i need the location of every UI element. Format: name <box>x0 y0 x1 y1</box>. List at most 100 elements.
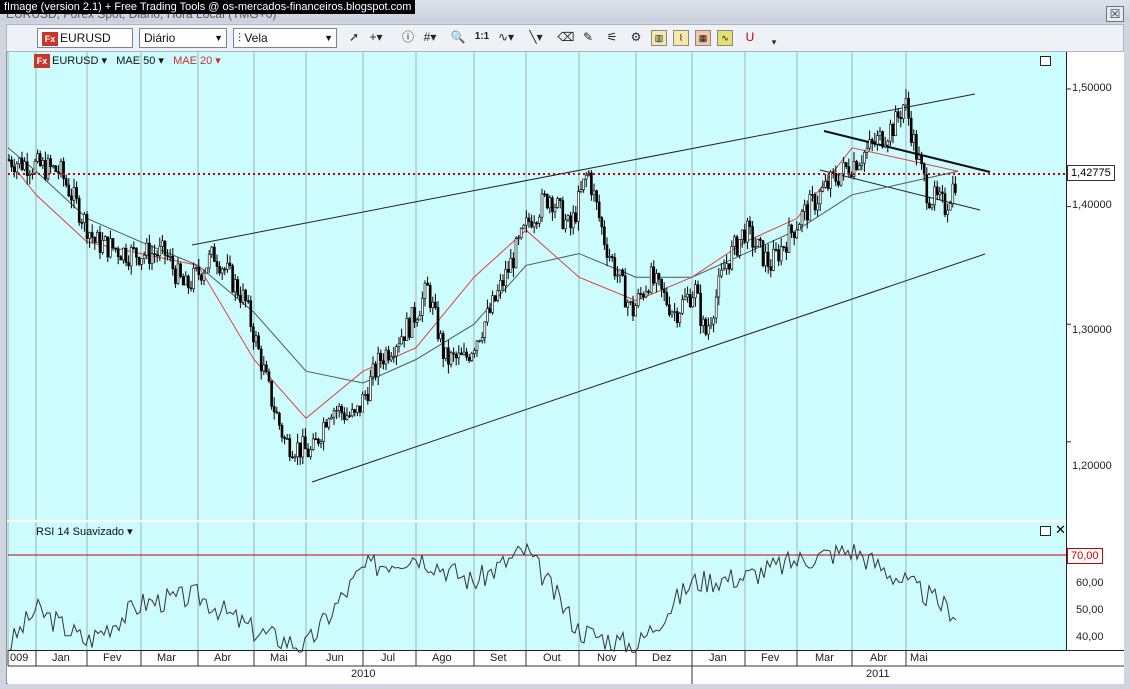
close-pane-icon[interactable]: ✕ <box>1055 522 1066 538</box>
ma50-line <box>7 147 959 384</box>
candle-down <box>774 248 778 251</box>
candle-up <box>122 247 125 261</box>
candle-down <box>662 288 666 293</box>
price-tick: 1,40000 <box>1072 199 1112 211</box>
candle-down <box>189 287 193 290</box>
month-tick: Abr <box>870 652 888 664</box>
candle-down <box>777 249 780 262</box>
candle-down <box>467 356 471 361</box>
candle-up <box>59 161 63 174</box>
candle-down <box>288 438 292 458</box>
candle-up <box>938 191 942 196</box>
candle-up <box>296 442 299 458</box>
candle-down <box>275 411 279 414</box>
candle-down <box>896 111 900 118</box>
candle-down <box>881 131 884 148</box>
candle-up <box>821 187 825 192</box>
candle-up <box>83 214 86 223</box>
candle-down <box>200 274 203 281</box>
candle-down <box>603 226 606 246</box>
candle-up <box>842 162 845 175</box>
candle-up <box>876 135 879 145</box>
candle-down <box>20 157 24 170</box>
candle-down <box>907 98 910 119</box>
maximize-pane-icon[interactable] <box>1040 56 1051 66</box>
candle-up <box>311 438 315 450</box>
candle-down <box>428 285 432 308</box>
candle-up <box>730 246 734 270</box>
candle-down <box>304 436 307 450</box>
legend-ma50[interactable]: MAE 50 <box>116 55 155 67</box>
candle-up <box>109 238 112 258</box>
candle-up <box>345 415 349 420</box>
candle-up <box>948 203 952 211</box>
candle-up <box>129 247 133 267</box>
candle-down <box>699 292 702 326</box>
candle-up <box>626 301 630 308</box>
legend-symbol[interactable]: EURUSD <box>52 55 98 67</box>
candle-up <box>350 409 354 417</box>
current-price-badge: 1,42775 <box>1067 165 1115 181</box>
candle-up <box>616 274 619 277</box>
candle-down <box>704 318 708 335</box>
candle-up <box>868 139 871 149</box>
candle-down <box>675 311 679 323</box>
rsi-overbought-badge: 70,00 <box>1067 548 1103 564</box>
candle-up <box>556 198 559 208</box>
candle-up <box>397 343 401 348</box>
candle-down <box>343 412 346 420</box>
candle-up <box>756 238 760 247</box>
candle-down <box>163 240 167 256</box>
candle-down <box>54 165 58 172</box>
candle-up <box>946 209 949 215</box>
candle-down <box>111 238 115 249</box>
candle-down <box>759 238 762 241</box>
month-tick: Set <box>490 652 507 664</box>
candle-up <box>738 239 741 256</box>
candle-up <box>309 449 312 458</box>
candle-up <box>473 350 476 354</box>
candle-down <box>291 456 294 459</box>
candle-down <box>62 161 65 179</box>
candle-up <box>285 438 289 440</box>
candle-down <box>106 236 110 258</box>
candle-down <box>231 265 234 293</box>
candle-down <box>174 268 177 284</box>
candle-down <box>239 294 242 303</box>
candle-down <box>935 186 939 196</box>
candle-down <box>317 438 320 444</box>
candle-up <box>808 194 812 221</box>
candle-up <box>930 204 934 209</box>
candle-down <box>267 371 271 382</box>
candle-up <box>740 229 744 240</box>
candle-down <box>574 212 578 222</box>
candle-up <box>951 183 955 204</box>
price-tick: 1,30000 <box>1072 324 1112 336</box>
candle-up <box>33 160 37 174</box>
candle-down <box>792 232 796 238</box>
candle-down <box>236 279 240 296</box>
candle-up <box>363 394 367 396</box>
candle-down <box>454 353 458 359</box>
month-tick: 009 <box>10 652 29 664</box>
candle-down <box>493 295 497 301</box>
legend-ma20[interactable]: MAE 20 <box>173 55 212 67</box>
candle-up <box>509 257 513 273</box>
candle-up <box>912 134 916 143</box>
candle-down <box>67 184 71 197</box>
month-tick: Jul <box>381 652 396 664</box>
candle-down <box>153 253 156 256</box>
candle-down <box>249 300 253 328</box>
candle-down <box>527 217 531 222</box>
candle-up <box>577 191 580 222</box>
rsi-legend[interactable]: RSI 14 Suavizado ▾ <box>36 525 133 538</box>
candle-up <box>678 312 682 323</box>
month-tick: Dez <box>652 652 672 664</box>
candle-up <box>629 301 632 303</box>
candle-up <box>101 239 104 253</box>
candle-down <box>811 194 814 196</box>
maximize-pane-icon[interactable] <box>1040 526 1051 536</box>
candle-up <box>335 410 338 412</box>
candle-up <box>161 240 164 247</box>
candle-down <box>595 190 598 203</box>
